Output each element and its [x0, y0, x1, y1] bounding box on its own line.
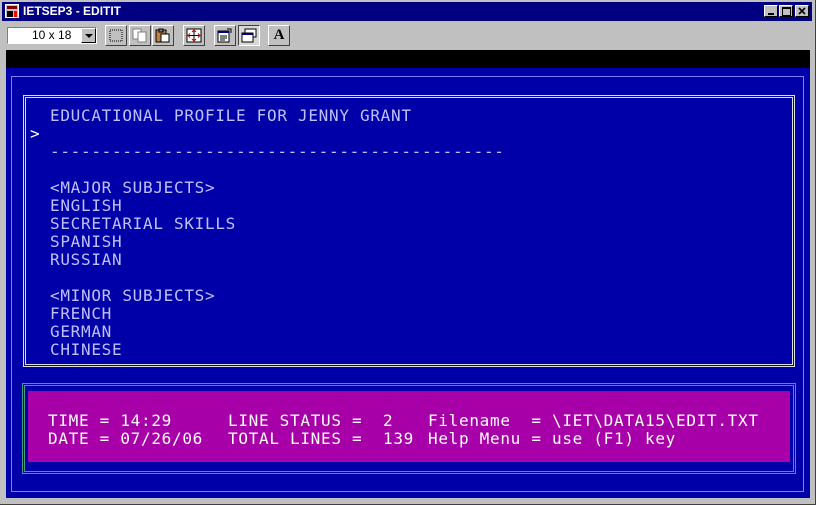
chevron-down-icon[interactable] — [81, 28, 96, 43]
list-item: FRENCH — [50, 304, 112, 323]
window-controls — [763, 5, 809, 17]
app-icon[interactable] — [5, 4, 19, 18]
close-button[interactable] — [795, 5, 809, 17]
full-screen-icon — [186, 28, 202, 43]
paste-button[interactable] — [152, 25, 174, 46]
text-cursor: > — [30, 124, 40, 143]
properties-button[interactable] — [214, 25, 236, 46]
console-top-strip — [6, 50, 810, 68]
copy-icon — [132, 28, 147, 43]
window-title: IETSEP3 - EDITIT — [23, 4, 122, 18]
console-window: IETSEP3 - EDITIT 10 x 18 A EDUCATIONAL P… — [0, 0, 816, 505]
help-menu-status: Help Menu = use (F1) key — [428, 429, 676, 448]
toolbar: 10 x 18 A — [2, 23, 812, 49]
editor-panel[interactable]: EDUCATIONAL PROFILE FOR JENNY GRANT > --… — [23, 95, 795, 367]
mark-icon — [109, 29, 123, 42]
font-icon: A — [273, 27, 285, 43]
list-item: ENGLISH — [50, 196, 123, 215]
font-button[interactable]: A — [268, 25, 290, 46]
maximize-icon — [782, 7, 791, 16]
separator-line: ----------------------------------------… — [50, 142, 505, 161]
font-size-value: 10 x 18 — [32, 28, 72, 42]
section-heading: <MAJOR SUBJECTS> — [50, 178, 216, 197]
list-item: SPANISH — [50, 232, 123, 251]
filename-status: Filename = \IET\DATA15\EDIT.TXT — [428, 411, 759, 430]
minimize-button[interactable] — [764, 5, 778, 17]
time-status: TIME = 14:29 — [48, 411, 172, 430]
status-bar-frame: TIME = 14:29 DATE = 07/26/06 LINE STATUS… — [22, 383, 796, 474]
background-icon — [241, 28, 257, 43]
mark-button[interactable] — [105, 25, 127, 46]
section-heading: <MINOR SUBJECTS> — [50, 286, 216, 305]
paste-icon — [155, 28, 170, 43]
font-size-select[interactable]: 10 x 18 — [7, 27, 97, 44]
properties-icon — [217, 28, 232, 43]
console-area[interactable]: EDUCATIONAL PROFILE FOR JENNY GRANT > --… — [6, 68, 810, 498]
close-icon — [798, 7, 806, 15]
list-item: GERMAN — [50, 322, 112, 341]
status-bar: TIME = 14:29 DATE = 07/26/06 LINE STATUS… — [28, 391, 790, 462]
total-lines-status: TOTAL LINES = 139 — [228, 429, 414, 448]
document-title: EDUCATIONAL PROFILE FOR JENNY GRANT — [50, 106, 412, 125]
full-screen-button[interactable] — [183, 25, 205, 46]
date-status: DATE = 07/26/06 — [48, 429, 203, 448]
list-item: CHINESE — [50, 340, 123, 359]
minimize-icon — [768, 13, 774, 15]
copy-button[interactable] — [129, 25, 151, 46]
line-status: LINE STATUS = 2 — [228, 411, 394, 430]
background-button[interactable] — [238, 25, 260, 46]
maximize-button[interactable] — [779, 5, 793, 17]
title-bar[interactable]: IETSEP3 - EDITIT — [2, 2, 812, 21]
list-item: RUSSIAN — [50, 250, 123, 269]
list-item: SECRETARIAL SKILLS — [50, 214, 236, 233]
